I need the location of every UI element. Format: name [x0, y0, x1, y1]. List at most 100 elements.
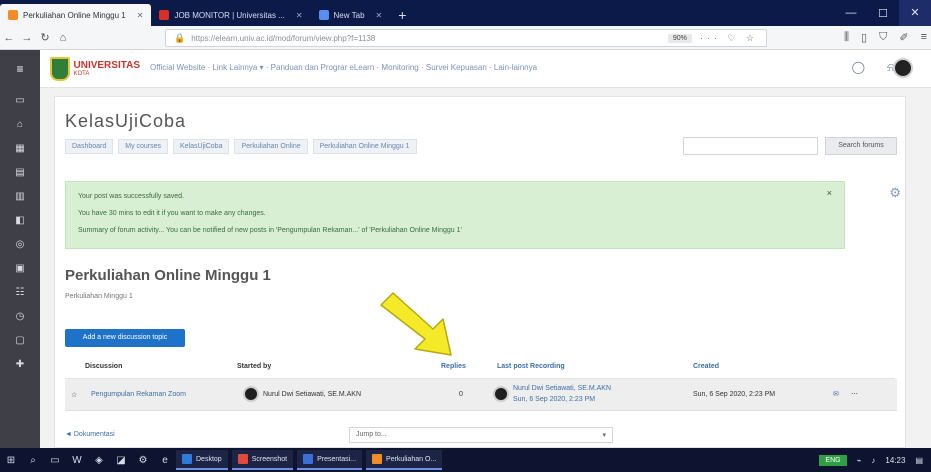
top-nav-links[interactable]: Official Website · Link Lainnya ▾ · Pand… [150, 63, 537, 72]
app-icon [372, 454, 383, 464]
home-icon[interactable]: ⌂ [0, 112, 40, 136]
replies-count[interactable]: 0 [459, 391, 463, 398]
home-icon[interactable]: ⌂ [54, 32, 72, 44]
jump-to-select[interactable]: Jump to... ▾ [349, 427, 613, 443]
favicon-icon [8, 10, 18, 20]
close-tab-icon[interactable]: ✕ [137, 11, 144, 20]
site-logo[interactable]: UNIVERSITAS KOTA [50, 55, 140, 83]
close-tab-icon[interactable]: ✕ [376, 11, 383, 20]
breadcrumb-item-course[interactable]: KelasUjiCoba [173, 139, 230, 154]
avatar[interactable] [493, 386, 509, 402]
taskbar-app[interactable]: Screenshot [231, 450, 294, 470]
column-created[interactable]: Created [693, 363, 719, 370]
breadcrumb-item-my-courses[interactable]: My courses [118, 139, 169, 154]
reports-icon[interactable]: ◷ [0, 304, 40, 328]
favicon-icon [318, 10, 329, 20]
store-icon[interactable]: ◈ [88, 448, 110, 472]
breadcrumb: Dashboard My courses KelasUjiCoba Perkul… [65, 139, 417, 154]
main-region: KelasUjiCoba Dashboard My courses KelasU… [40, 88, 931, 448]
back-icon[interactable]: ← [0, 32, 18, 44]
files-icon[interactable]: ▤ [0, 160, 40, 184]
drawer-toggle-icon[interactable]: ≡ [0, 50, 40, 88]
folder-icon[interactable]: ▢ [0, 328, 40, 352]
jump-to-label: Jump to... [356, 431, 387, 438]
last-post-name[interactable]: Nurul Dwi Setiawati, SE.M.AKN [513, 385, 611, 392]
zoom-badge[interactable]: 90% [667, 33, 692, 43]
search-forums-input[interactable] [683, 137, 818, 155]
messages-icon[interactable]: ◯ [852, 60, 865, 75]
search-icon[interactable]: ⌕ [22, 448, 44, 472]
close-tab-icon[interactable]: ✕ [296, 11, 303, 20]
sidebar-icon[interactable]: ▯ [861, 31, 867, 44]
star-icon[interactable]: ☆ [71, 391, 77, 399]
breadcrumb-item-forum[interactable]: Perkuliahan Online Minggu 1 [312, 139, 417, 154]
close-icon[interactable]: × [827, 188, 832, 198]
office-icon[interactable]: ◪ [110, 448, 132, 472]
header-icons: ◯ ⍾ [852, 60, 895, 75]
settings-icon[interactable]: ⚙ [132, 448, 154, 472]
word-icon[interactable]: W [66, 448, 88, 472]
subscribe-icon[interactable]: ✉ [833, 390, 839, 398]
calendar-icon[interactable]: ▦ [0, 136, 40, 160]
last-post-date[interactable]: Sun, 6 Sep 2020, 2:23 PM [513, 396, 595, 403]
page-actions[interactable]: ··· ♡ ☆ [700, 33, 758, 44]
taskbar-app[interactable]: Presentasi... [297, 450, 363, 470]
url-bar[interactable]: 🔒 https://elearn.univ.ac.id/mod/forum/vi… [165, 29, 767, 47]
gear-icon[interactable]: ⚙ [889, 185, 901, 201]
language-indicator[interactable]: ENG [819, 454, 847, 466]
badges-icon[interactable]: ◎ [0, 232, 40, 256]
close-window-button[interactable]: ✕ [899, 0, 931, 26]
breadcrumb-item-section[interactable]: Perkuliahan Online [234, 139, 308, 154]
library-icon[interactable]: ⫼ [844, 31, 849, 44]
system-tray: ENG ⌁ ♪ 14:23 ▤ [819, 454, 931, 466]
alert-line: Summary of forum activity... You can be … [78, 227, 462, 234]
forward-icon[interactable]: → [18, 32, 36, 44]
grades-icon[interactable]: ▥ [0, 184, 40, 208]
app-icon [182, 454, 192, 464]
column-replies[interactable]: Replies [441, 363, 466, 370]
windows-start-icon[interactable]: ⊞ [0, 448, 22, 472]
pocket-icon[interactable]: ⛉ [879, 31, 887, 44]
notifications-icon[interactable]: ▤ [915, 456, 923, 465]
task-view-icon[interactable]: ▭ [44, 448, 66, 472]
edge-icon[interactable]: e [154, 448, 176, 472]
minimize-button[interactable]: — [835, 7, 867, 19]
new-tab-button[interactable]: + [390, 7, 414, 26]
logo-subtext: KOTA [73, 71, 90, 77]
taskbar-app[interactable]: Perkuliahan O... [366, 450, 443, 470]
hamburger-menu-icon[interactable]: ≡ [921, 31, 927, 44]
volume-icon[interactable]: ♪ [871, 456, 875, 465]
browser-tab-active[interactable]: Perkuliahan Online Minggu 1 ✕ [0, 4, 152, 26]
column-last-post[interactable]: Last post Recording [497, 363, 565, 370]
taskbar-app[interactable]: Desktop [176, 450, 228, 470]
clock[interactable]: 14:23 [885, 456, 905, 465]
extension-icon[interactable]: ✐ [899, 31, 908, 44]
highlight-arrow-icon [380, 292, 452, 356]
discussion-link[interactable]: Pengumpulan Rekaman Zoom [91, 391, 186, 398]
course-icon[interactable]: ◧ [0, 208, 40, 232]
search-forums-button[interactable]: Search forums [825, 137, 897, 155]
network-icon[interactable]: ⌁ [857, 456, 862, 465]
competency-icon[interactable]: ▣ [0, 256, 40, 280]
add-discussion-button[interactable]: Add a new discussion topic [65, 329, 185, 347]
avatar[interactable] [243, 386, 259, 402]
user-avatar[interactable] [893, 58, 913, 78]
browser-tab[interactable]: New Tab ✕ [311, 4, 391, 26]
started-by-name[interactable]: Nurul Dwi Setiawati, SE.M.AKN [263, 391, 361, 398]
browser-nav-bar: ← → ↻ ⌂ 🔒 https://elearn.univ.ac.id/mod/… [0, 26, 931, 50]
table-row[interactable]: ☆ Pengumpulan Rekaman Zoom Nurul Dwi Set… [65, 379, 897, 411]
dashboard-icon[interactable]: ▭ [0, 88, 40, 112]
maximize-button[interactable]: ☐ [867, 7, 899, 20]
reload-icon[interactable]: ↻ [36, 31, 54, 44]
participants-icon[interactable]: ☷ [0, 280, 40, 304]
more-menu-icon[interactable]: ⋯ [851, 390, 858, 398]
add-icon[interactable]: ✚ [0, 352, 40, 376]
browser-tab[interactable]: JOB MONITOR | Universitas ... ✕ [151, 4, 310, 26]
column-discussion[interactable]: Discussion [85, 363, 122, 370]
taskbar-app-label: Perkuliahan O... [386, 455, 437, 463]
column-started-by[interactable]: Started by [237, 363, 271, 370]
breadcrumb-item-dashboard[interactable]: Dashboard [65, 139, 114, 154]
shield-icon [50, 57, 70, 81]
taskbar-app-label: Desktop [196, 455, 222, 463]
previous-activity-link[interactable]: ◄ Dokumentasi [65, 431, 115, 438]
